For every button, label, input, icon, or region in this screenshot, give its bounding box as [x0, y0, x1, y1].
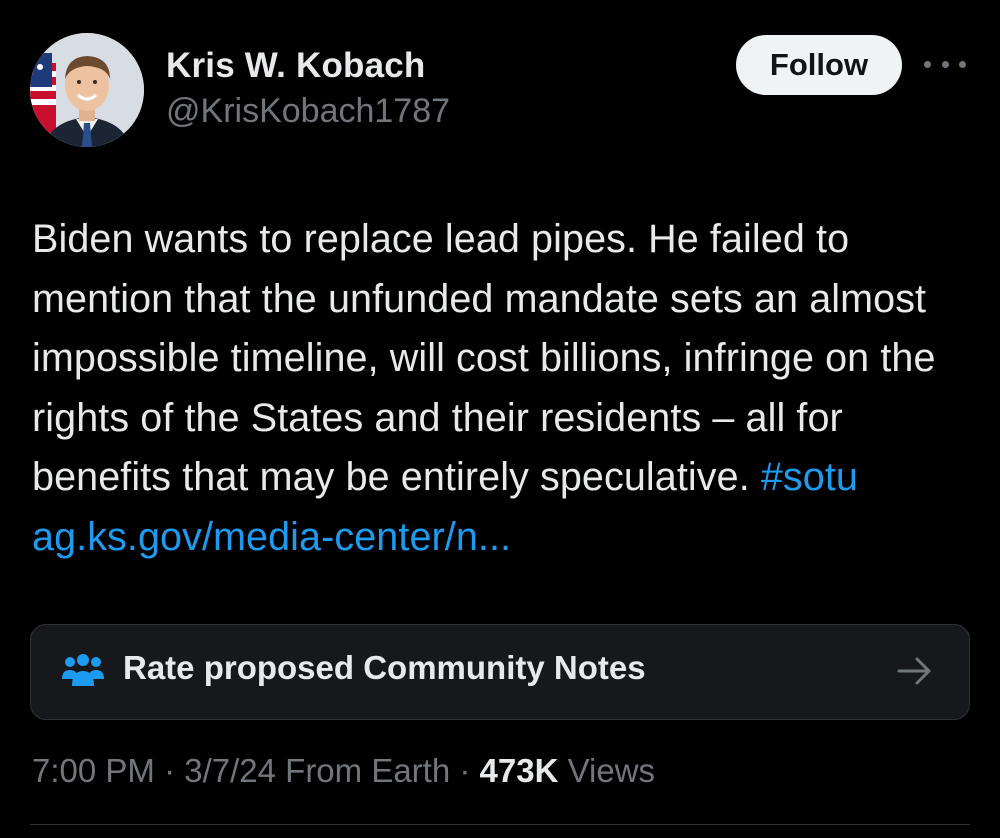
- avatar[interactable]: [30, 33, 144, 147]
- tweet: Kris W. Kobach @KrisKobach1787 Follow Bi…: [0, 0, 1000, 838]
- hashtag-link[interactable]: #sotu: [761, 455, 858, 499]
- views-count: 473K: [479, 752, 559, 789]
- arrow-right-icon: [897, 657, 931, 685]
- meta-separator: ·: [450, 752, 480, 789]
- author-handle[interactable]: @KrisKobach1787: [166, 92, 450, 131]
- more-dot: [959, 60, 966, 68]
- community-notes-button[interactable]: Rate proposed Community Notes: [30, 624, 970, 720]
- follow-button[interactable]: Follow: [736, 35, 902, 95]
- views-label: Views: [567, 752, 656, 789]
- meta-separator: ·: [154, 752, 185, 789]
- more-options-icon[interactable]: [924, 52, 966, 76]
- avatar-image: [30, 33, 144, 147]
- more-dot: [941, 60, 949, 68]
- tweet-source: From Earth: [285, 752, 451, 789]
- tweet-text: Biden wants to replace lead pipes. He fa…: [32, 210, 962, 567]
- tweet-time[interactable]: 7:00 PM: [32, 752, 155, 789]
- url-link[interactable]: ag.ks.gov/media-center/n...: [32, 515, 511, 559]
- divider: [30, 824, 970, 825]
- tweet-date[interactable]: 3/7/24: [184, 752, 276, 789]
- tweet-meta: 7:00 PM · 3/7/24 From Earth · 473K Views: [32, 752, 655, 790]
- more-dot: [924, 60, 931, 68]
- community-notes-label: Rate proposed Community Notes: [123, 649, 646, 686]
- people-icon: [62, 654, 104, 686]
- author-name[interactable]: Kris W. Kobach: [166, 46, 426, 86]
